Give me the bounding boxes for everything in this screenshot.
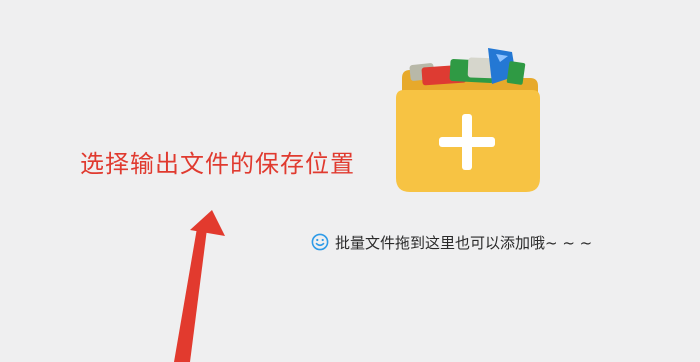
drop-canvas: 选择输出文件的保存位置 批量文件拖到这里也可以添加哦~ ~ ~ (0, 0, 700, 362)
arrow-head (190, 210, 225, 236)
smile-icon (311, 233, 329, 251)
pointer-arrow (174, 210, 225, 362)
drop-hint-text: 批量文件拖到这里也可以添加哦~ ~ ~ (335, 233, 593, 252)
folder-add-icon (396, 48, 540, 192)
add-folder-button[interactable] (388, 40, 548, 200)
annotation-label: 选择输出文件的保存位置 (80, 150, 355, 178)
arrow-shaft (174, 228, 207, 362)
drop-hint: 批量文件拖到这里也可以添加哦~ ~ ~ (311, 232, 592, 252)
